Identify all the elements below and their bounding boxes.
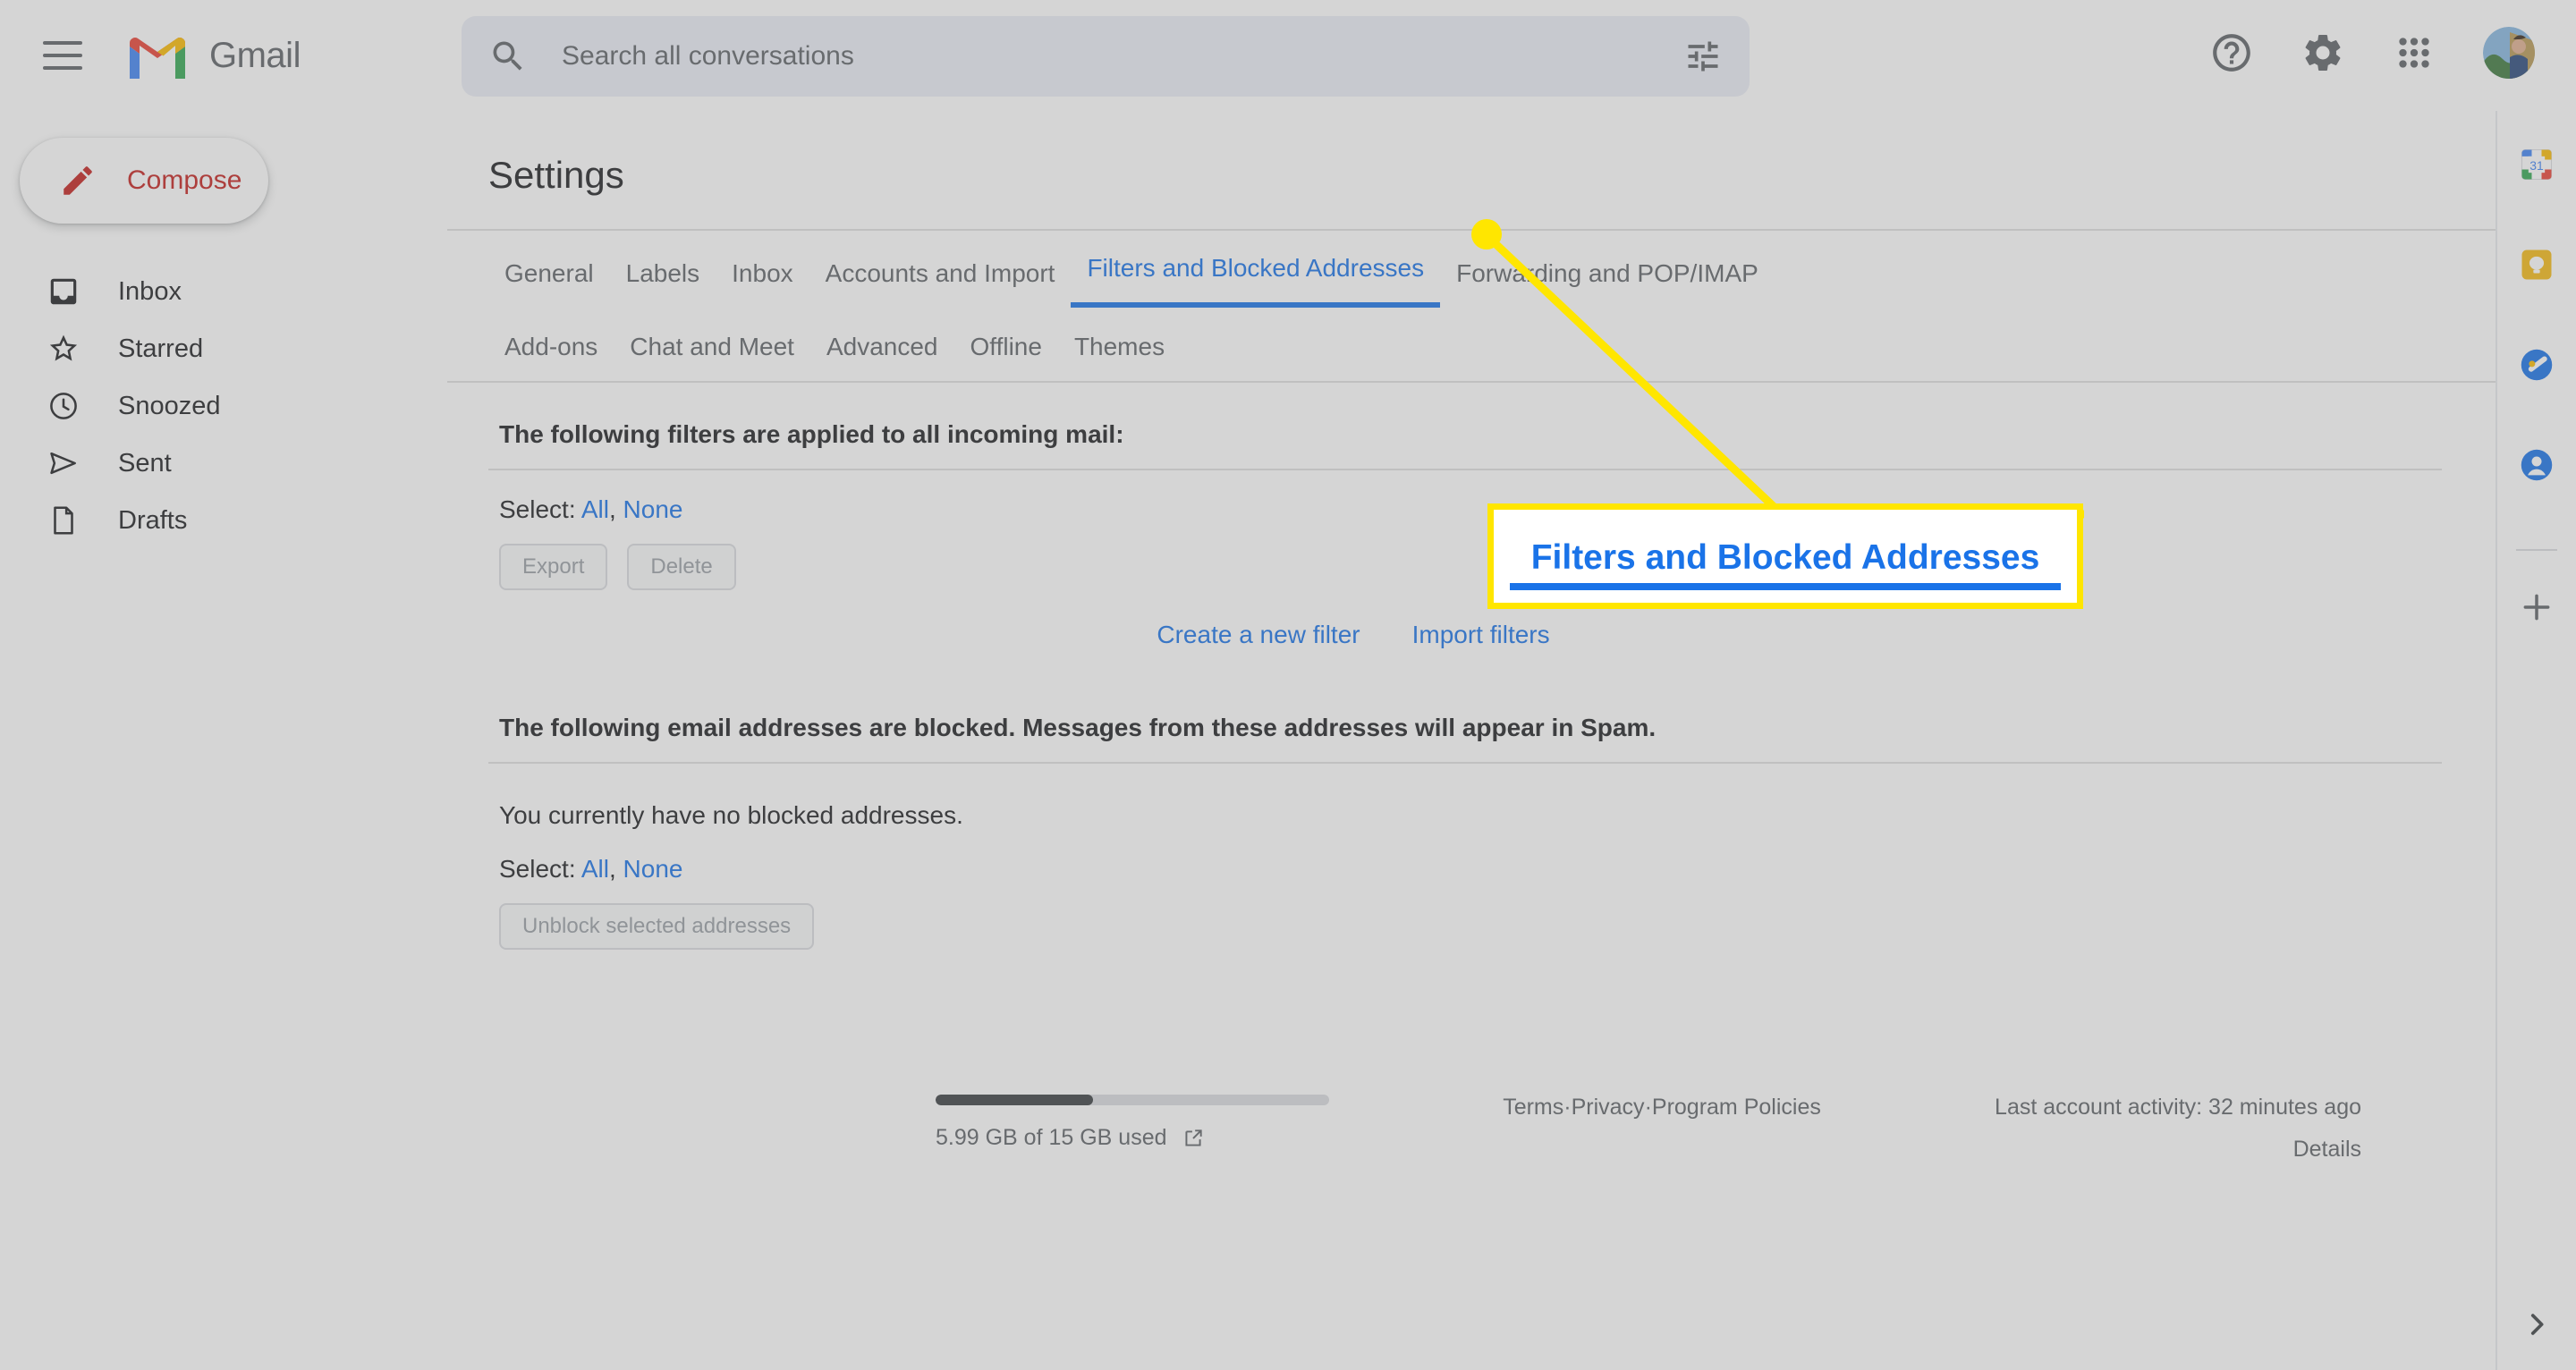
blocked-button-row: Unblock selected addresses bbox=[488, 884, 2442, 950]
tune-icon[interactable] bbox=[1683, 37, 1723, 76]
tab-themes[interactable]: Themes bbox=[1058, 333, 1181, 381]
google-calendar-icon[interactable]: 31 bbox=[2517, 145, 2556, 184]
draft-icon bbox=[54, 506, 73, 535]
svg-text:31: 31 bbox=[2529, 158, 2544, 173]
filters-section-heading: The following filters are applied to all… bbox=[488, 383, 2442, 470]
blocked-select-all[interactable]: All bbox=[581, 855, 609, 883]
blocked-select-row: Select: All, None bbox=[488, 830, 2442, 884]
legal-separator-1: · bbox=[1563, 1095, 1572, 1120]
storage-bar bbox=[936, 1095, 1329, 1105]
clock-icon bbox=[50, 393, 77, 419]
top-bar-actions bbox=[2209, 27, 2535, 79]
storage-text-row: 5.99 GB of 15 GB used bbox=[936, 1125, 1329, 1151]
import-filters-link[interactable]: Import filters bbox=[1412, 621, 1550, 649]
sidebar-item-starred[interactable]: Starred bbox=[0, 320, 447, 377]
blocked-section-heading: The following email addresses are blocke… bbox=[488, 676, 2442, 764]
help-icon[interactable] bbox=[2209, 30, 2254, 75]
gmail-app: Gmail Search all conversations Compose I… bbox=[0, 0, 2576, 1370]
delete-button[interactable]: Delete bbox=[627, 544, 736, 590]
sidebar-item-label: Snoozed bbox=[118, 391, 221, 420]
last-account-activity-text: Last account activity: 32 minutes ago bbox=[1995, 1095, 2361, 1120]
compose-button[interactable]: Compose bbox=[20, 138, 268, 224]
pencil-icon bbox=[64, 166, 92, 195]
tab-advanced[interactable]: Advanced bbox=[810, 333, 954, 381]
sidebar-item-label: Starred bbox=[118, 334, 204, 363]
filters-select-label: Select: bbox=[499, 495, 576, 523]
avatar[interactable] bbox=[2483, 27, 2535, 79]
avatar-photo bbox=[2483, 27, 2535, 79]
chevron-right-icon[interactable] bbox=[2521, 1309, 2552, 1340]
inbox-icon bbox=[50, 278, 77, 305]
program-policies-link[interactable]: Program Policies bbox=[1652, 1095, 1821, 1121]
tab-filters-and-blocked-addresses[interactable]: Filters and Blocked Addresses bbox=[1071, 254, 1441, 308]
plus-icon[interactable] bbox=[2520, 590, 2554, 624]
gear-icon[interactable] bbox=[2301, 30, 2345, 75]
google-tasks-icon[interactable] bbox=[2517, 345, 2556, 385]
side-panel-divider bbox=[2516, 549, 2557, 551]
settings-tabs-row-1: General Labels Inbox Accounts and Import… bbox=[488, 231, 2496, 308]
sidebar-item-drafts[interactable]: Drafts bbox=[0, 492, 447, 549]
search-bar[interactable] bbox=[462, 16, 1750, 97]
filters-select-none[interactable]: None bbox=[623, 495, 683, 523]
terms-link[interactable]: Terms bbox=[1503, 1095, 1563, 1121]
filters-actions: Create a new filter Import filters bbox=[488, 590, 2218, 676]
footer: 5.99 GB of 15 GB used Terms · Privacy · … bbox=[936, 1095, 2361, 1163]
settings-content: The following filters are applied to all… bbox=[447, 381, 2496, 950]
sidebar-item-snoozed[interactable]: Snoozed bbox=[0, 377, 447, 435]
tab-offline[interactable]: Offline bbox=[954, 333, 1058, 381]
settings-tabs: General Labels Inbox Accounts and Import… bbox=[447, 229, 2496, 381]
tab-add-ons[interactable]: Add-ons bbox=[488, 333, 614, 381]
gmail-m-icon bbox=[130, 38, 185, 79]
sidebar-item-label: Drafts bbox=[118, 505, 188, 535]
filters-select-all[interactable]: All bbox=[581, 495, 609, 523]
search-icon bbox=[493, 41, 522, 71]
details-link[interactable]: Details bbox=[1995, 1137, 2361, 1163]
google-keep-icon[interactable] bbox=[2517, 245, 2556, 284]
filters-select-row: Select: All, None bbox=[488, 470, 2442, 524]
export-button[interactable]: Export bbox=[499, 544, 608, 590]
filters-button-row: Export Delete bbox=[488, 524, 2442, 590]
gmail-wordmark: Gmail bbox=[209, 35, 301, 75]
create-a-new-filter-link[interactable]: Create a new filter bbox=[1157, 621, 1360, 649]
settings-panel: Settings General Labels Inbox Accounts a… bbox=[447, 111, 2496, 1370]
account-activity: Last account activity: 32 minutes ago De… bbox=[1995, 1095, 2361, 1163]
external-link-icon[interactable] bbox=[1182, 1127, 1205, 1150]
tab-general[interactable]: General bbox=[488, 259, 610, 308]
gmail-logo[interactable]: Gmail bbox=[125, 30, 301, 80]
sidebar: Compose Inbox Starred Snoozed Sent Draft… bbox=[0, 111, 447, 1370]
legal-separator-2: · bbox=[1644, 1095, 1652, 1120]
legal-links: Terms · Privacy · Program Policies bbox=[1503, 1095, 1821, 1121]
star-icon bbox=[49, 334, 78, 361]
filters-select-separator: , bbox=[608, 495, 616, 523]
sidebar-item-sent[interactable]: Sent bbox=[0, 435, 447, 492]
tab-labels[interactable]: Labels bbox=[610, 259, 716, 308]
tab-forwarding-and-pop-imap[interactable]: Forwarding and POP/IMAP bbox=[1440, 259, 1775, 308]
storage-used-text: 5.99 GB of 15 GB used bbox=[936, 1125, 1167, 1150]
hamburger-icon[interactable] bbox=[43, 41, 82, 70]
page-title: Settings bbox=[488, 154, 624, 196]
blocked-select-none[interactable]: None bbox=[623, 855, 683, 883]
apps-grid-icon[interactable] bbox=[2392, 30, 2436, 75]
compose-label: Compose bbox=[127, 165, 242, 195]
blocked-select-label: Select: bbox=[499, 855, 576, 883]
tab-chat-and-meet[interactable]: Chat and Meet bbox=[614, 333, 810, 381]
blocked-select-separator: , bbox=[608, 855, 616, 883]
send-icon bbox=[50, 452, 76, 475]
tab-accounts-and-import[interactable]: Accounts and Import bbox=[809, 259, 1072, 308]
blocked-empty-message: You currently have no blocked addresses. bbox=[499, 801, 963, 829]
sidebar-item-label: Inbox bbox=[118, 276, 182, 306]
side-panel: 31 bbox=[2496, 111, 2576, 1370]
sidebar-item-inbox[interactable]: Inbox bbox=[0, 263, 447, 320]
privacy-link[interactable]: Privacy bbox=[1572, 1095, 1645, 1121]
unblock-selected-addresses-button[interactable]: Unblock selected addresses bbox=[499, 903, 815, 950]
sidebar-item-label: Sent bbox=[118, 448, 172, 478]
tab-inbox[interactable]: Inbox bbox=[716, 259, 809, 308]
sidebar-nav: Inbox Starred Snoozed Sent Drafts bbox=[0, 263, 447, 549]
storage-widget: 5.99 GB of 15 GB used bbox=[936, 1095, 1329, 1151]
google-contacts-icon[interactable] bbox=[2517, 445, 2556, 485]
search-input[interactable] bbox=[560, 40, 1683, 72]
settings-tabs-row-2: Add-ons Chat and Meet Advanced Offline T… bbox=[488, 308, 2496, 381]
storage-bar-fill bbox=[936, 1095, 1093, 1105]
top-bar: Gmail bbox=[0, 0, 2576, 111]
